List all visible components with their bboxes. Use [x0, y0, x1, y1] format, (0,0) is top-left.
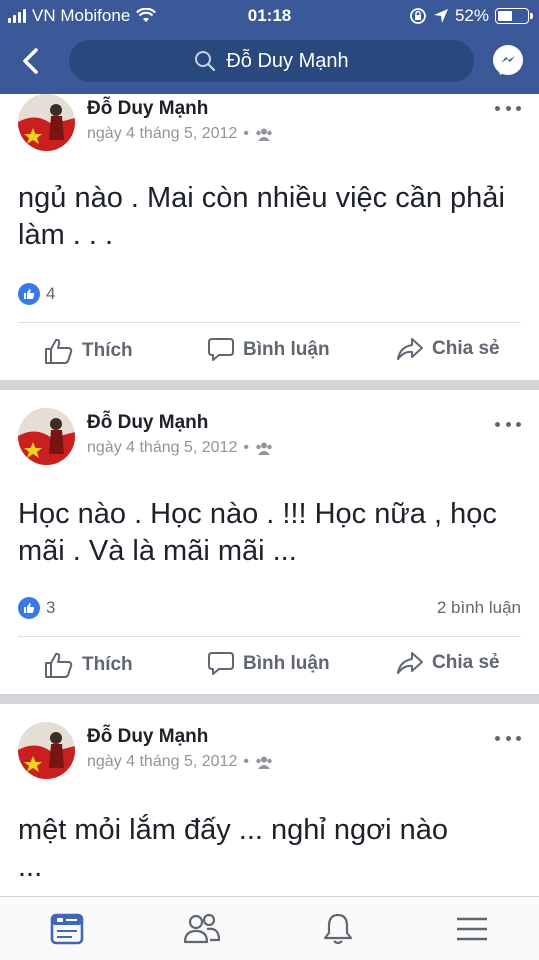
bottom-tab-bar: [0, 896, 539, 960]
status-bar: VN Mobifone 01:18 52%: [0, 0, 539, 32]
comment-bubble-icon: [208, 338, 234, 361]
reactions-summary[interactable]: 4: [18, 283, 55, 305]
post-date[interactable]: ngày 4 tháng 5, 2012: [87, 439, 237, 457]
post-text: Học nào . Học nào . !!! Học nữa , học mã…: [18, 498, 497, 567]
more-options-icon[interactable]: [495, 736, 521, 744]
friends-audience-icon: [256, 442, 272, 455]
post-author[interactable]: Đỗ Duy Mạnh: [87, 412, 208, 434]
tab-notifications[interactable]: [318, 911, 358, 947]
messenger-icon[interactable]: [491, 44, 525, 78]
thumbs-up-icon: [45, 338, 73, 364]
post-text: mệt mỏi lắm đấy ... nghỉ ngơi nào ...: [18, 814, 449, 883]
post-author[interactable]: Đỗ Duy Mạnh: [87, 726, 208, 748]
news-feed-icon: [50, 913, 84, 945]
post-date[interactable]: ngày 4 tháng 5, 2012: [87, 125, 237, 143]
meta-dot: •: [243, 439, 249, 456]
post-card: Đỗ Duy Mạnh ngày 4 tháng 5, 2012 • ngủ n…: [0, 94, 539, 378]
comment-bubble-icon: [208, 652, 234, 675]
status-right: 52%: [409, 6, 533, 26]
share-button[interactable]: Chia sẻ: [396, 337, 500, 361]
battery-level: [498, 11, 513, 21]
nav-bar: Đỗ Duy Mạnh: [0, 38, 539, 84]
friends-audience-icon: [256, 756, 272, 769]
avatar[interactable]: [18, 408, 75, 465]
like-badge-icon: [18, 597, 40, 619]
search-icon: [195, 51, 216, 72]
friends-icon: [183, 913, 221, 944]
more-options-icon[interactable]: [495, 422, 521, 430]
comment-button[interactable]: Bình luận: [207, 651, 330, 677]
like-badge-icon: [18, 283, 40, 305]
avatar[interactable]: [18, 94, 75, 151]
avatar[interactable]: [18, 722, 75, 779]
divider: [18, 322, 521, 323]
post-card: Đỗ Duy Mạnh ngày 4 tháng 5, 2012 • Học n…: [0, 392, 539, 692]
search-bar[interactable]: Đỗ Duy Mạnh: [69, 40, 474, 82]
post-card: Đỗ Duy Mạnh ngày 4 tháng 5, 2012 • mệt m…: [0, 706, 539, 896]
orientation-lock-icon: [410, 8, 426, 24]
post-date[interactable]: ngày 4 tháng 5, 2012: [87, 753, 237, 771]
like-button[interactable]: Thích: [44, 337, 133, 365]
tab-friends[interactable]: [182, 911, 222, 947]
post-text: ngủ nào . Mai còn nhiều việc cần phải là…: [18, 182, 505, 251]
post-meta: ngày 4 tháng 5, 2012 •: [87, 125, 273, 143]
battery-icon: [495, 8, 533, 24]
battery-percent: 52%: [454, 6, 489, 25]
menu-icon: [457, 917, 487, 941]
friends-audience-icon: [256, 128, 272, 141]
post-separator: [0, 694, 539, 704]
share-arrow-icon: [397, 652, 423, 674]
divider: [18, 636, 521, 637]
like-label: Thích: [82, 654, 133, 675]
share-label: Chia sẻ: [432, 338, 500, 359]
share-button[interactable]: Chia sẻ: [396, 651, 500, 675]
comment-button[interactable]: Bình luận: [207, 337, 330, 363]
post-author[interactable]: Đỗ Duy Mạnh: [87, 98, 208, 120]
post-separator: [0, 380, 539, 390]
comment-label: Bình luận: [243, 653, 330, 674]
notifications-bell-icon: [323, 913, 353, 945]
like-label: Thích: [82, 340, 133, 361]
like-button[interactable]: Thích: [44, 651, 133, 679]
top-header: VN Mobifone 01:18 52% Đỗ Duy Mạnh: [0, 0, 539, 94]
more-options-icon[interactable]: [495, 106, 521, 114]
like-count: 4: [46, 284, 56, 303]
reactions-summary[interactable]: 3: [18, 597, 55, 619]
thumbs-up-icon: [45, 652, 73, 678]
meta-dot: •: [243, 125, 249, 142]
meta-dot: •: [243, 753, 249, 770]
search-text: Đỗ Duy Mạnh: [226, 49, 349, 72]
back-chevron-icon[interactable]: [16, 44, 46, 78]
like-count: 3: [46, 598, 56, 617]
tab-news-feed[interactable]: [47, 911, 87, 947]
comment-count-link[interactable]: 2 bình luận: [437, 598, 521, 618]
post-meta: ngày 4 tháng 5, 2012 •: [87, 439, 273, 457]
comment-label: Bình luận: [243, 339, 330, 360]
tab-menu[interactable]: [452, 911, 492, 947]
share-label: Chia sẻ: [432, 652, 500, 673]
share-arrow-icon: [397, 338, 423, 360]
location-arrow-icon: [433, 9, 448, 23]
post-meta: ngày 4 tháng 5, 2012 •: [87, 753, 273, 771]
